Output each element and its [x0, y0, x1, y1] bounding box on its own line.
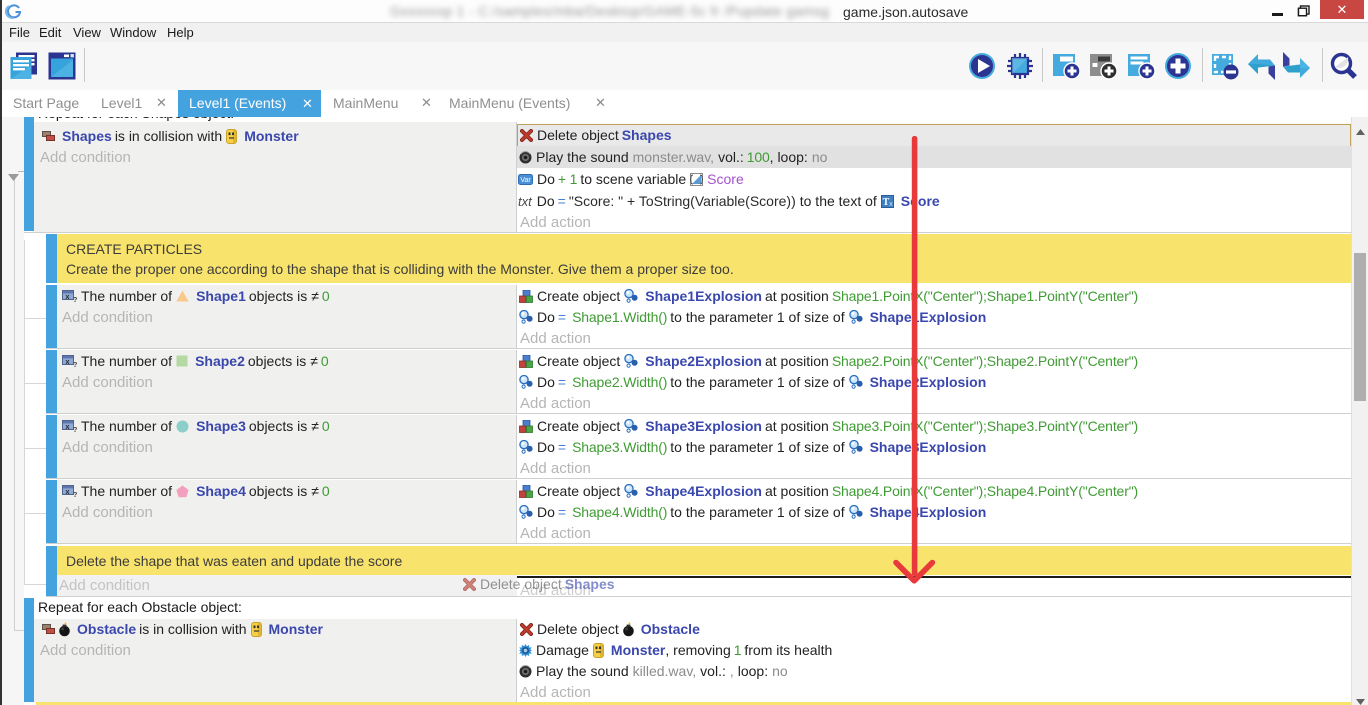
svg-text:x: x: [889, 201, 893, 208]
svg-text:?: ?: [73, 490, 77, 498]
svg-text:?: ?: [73, 295, 77, 303]
svg-text:?: ?: [73, 425, 77, 433]
svg-text:?: ?: [73, 360, 77, 368]
svg-text:Var: Var: [520, 177, 531, 184]
